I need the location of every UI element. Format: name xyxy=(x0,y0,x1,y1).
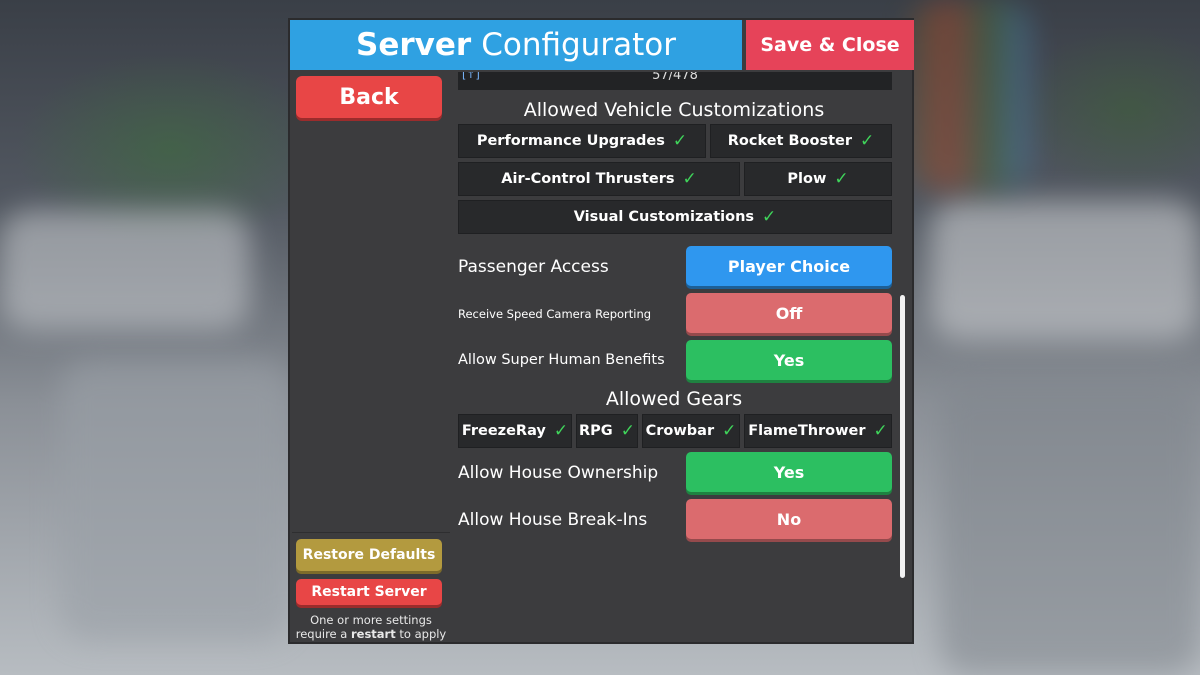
super-human-label: Allow Super Human Benefits xyxy=(458,352,665,368)
chip-flamethrower[interactable]: FlameThrower ✓ xyxy=(744,414,892,448)
check-icon: ✓ xyxy=(672,131,688,151)
chip-label: Crowbar xyxy=(645,423,715,439)
settings-scroll-area[interactable]: [↑] 57/478 Allowed Vehicle Customization… xyxy=(456,72,896,642)
chip-performance-upgrades[interactable]: Performance Upgrades ✓ xyxy=(458,124,706,158)
check-icon: ✓ xyxy=(553,421,569,441)
note-line2-bold: restart xyxy=(350,627,396,641)
restore-defaults-button[interactable]: Restore Defaults xyxy=(296,539,442,571)
background-blur xyxy=(940,380,1200,675)
title-bold: Server xyxy=(356,27,472,63)
chip-rpg[interactable]: RPG ✓ xyxy=(576,414,638,448)
chip-label: RPG xyxy=(579,423,613,439)
chip-label: Performance Upgrades xyxy=(476,133,665,149)
restart-note: One or more settings require a restart t… xyxy=(292,613,450,641)
title-bar: Server Configurator xyxy=(290,20,742,70)
allowed-gears-title: Allowed Gears xyxy=(605,388,743,410)
check-icon: ✓ xyxy=(762,207,777,227)
speed-camera-label: Receive Speed Camera Reporting xyxy=(458,307,652,321)
progress-text: 57/478 xyxy=(652,72,698,83)
background-blur xyxy=(930,200,1200,340)
chip-air-control-thrusters[interactable]: Air-Control Thrusters ✓ xyxy=(458,162,740,196)
house-ownership-label: Allow House Ownership xyxy=(458,463,659,483)
vehicle-customizations-title: Allowed Vehicle Customizations xyxy=(523,99,825,121)
note-line1: One or more settings xyxy=(310,613,432,627)
chip-label: Visual Customizations xyxy=(573,209,755,225)
sidebar-footer: Restore Defaults Restart Server One or m… xyxy=(292,532,450,643)
speed-camera-toggle[interactable]: Off xyxy=(686,293,892,333)
chip-label: Rocket Booster xyxy=(727,133,853,149)
check-icon: ✓ xyxy=(873,421,888,441)
progress-bar: [↑] 57/478 xyxy=(458,72,892,90)
background-blur xyxy=(0,210,250,330)
title-rest: Configurator xyxy=(481,27,676,63)
chip-rocket-booster[interactable]: Rocket Booster ✓ xyxy=(710,124,892,158)
note-line2-post: to apply xyxy=(399,627,447,641)
check-icon: ✓ xyxy=(860,131,875,151)
server-configurator-panel: Server Configurator Save & Close Back Re… xyxy=(288,18,914,644)
chip-label: Plow xyxy=(787,171,827,187)
background-blur xyxy=(60,360,290,640)
house-breakins-label: Allow House Break-Ins xyxy=(458,510,648,530)
note-line2-pre: require a xyxy=(295,627,348,641)
chip-visual-customizations[interactable]: Visual Customizations ✓ xyxy=(458,200,892,234)
house-ownership-toggle[interactable]: Yes xyxy=(686,452,892,492)
background-blur xyxy=(910,0,1030,190)
check-icon: ✓ xyxy=(834,169,849,189)
chip-plow[interactable]: Plow ✓ xyxy=(744,162,892,196)
restart-server-button[interactable]: Restart Server xyxy=(296,579,442,605)
check-icon: ✓ xyxy=(722,421,737,441)
passenger-access-button[interactable]: Player Choice xyxy=(686,246,892,286)
chip-freezeray[interactable]: FreezeRay ✓ xyxy=(458,414,572,448)
chip-crowbar[interactable]: Crowbar ✓ xyxy=(642,414,740,448)
passenger-access-label: Passenger Access xyxy=(458,257,609,277)
chip-label: FreezeRay xyxy=(461,423,546,439)
check-icon: ✓ xyxy=(682,169,697,189)
chip-label: Air-Control Thrusters xyxy=(501,171,675,187)
scrollbar[interactable] xyxy=(900,295,905,578)
sidebar: Back Restore Defaults Restart Server One… xyxy=(292,72,450,642)
check-icon: ✓ xyxy=(620,421,635,441)
super-human-toggle[interactable]: Yes xyxy=(686,340,892,380)
save-close-button[interactable]: Save & Close xyxy=(746,20,914,70)
chip-label: FlameThrower xyxy=(748,423,866,439)
house-breakins-toggle[interactable]: No xyxy=(686,499,892,539)
back-button[interactable]: Back xyxy=(296,76,442,118)
